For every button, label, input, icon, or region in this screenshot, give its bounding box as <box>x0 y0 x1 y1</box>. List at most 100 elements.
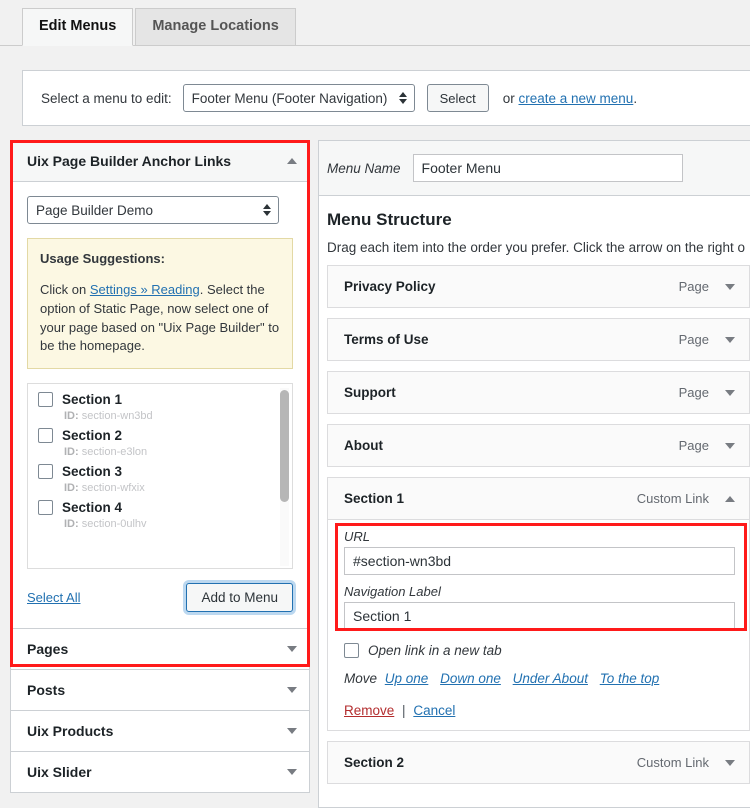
section-label: Section 3 <box>62 464 123 480</box>
menu-item-bar[interactable]: Section 1 Custom Link <box>328 478 749 519</box>
list-item[interactable]: Section 1 <box>38 392 282 408</box>
menu-structure-section: Menu Structure Drag each item into the o… <box>319 196 750 784</box>
caret-down-icon[interactable] <box>287 687 297 694</box>
add-to-menu-button[interactable]: Add to Menu <box>186 583 293 613</box>
menu-item-bar[interactable]: About Page <box>328 425 749 466</box>
menu-item-row[interactable]: About Page <box>327 424 750 467</box>
menu-item-row-expanded[interactable]: Section 1 Custom Link URL Navigation Lab… <box>327 477 750 731</box>
remove-link[interactable]: Remove <box>344 703 394 718</box>
menu-item-type: Custom Link <box>636 755 709 770</box>
caret-up-icon[interactable] <box>287 158 297 164</box>
section-id-prefix: ID: <box>64 410 79 423</box>
tab-manage-locations[interactable]: Manage Locations <box>135 7 296 46</box>
accordion-uix-slider-title: Uix Slider <box>27 764 92 781</box>
page-title: Menu Structure <box>327 210 452 229</box>
settings-reading-link[interactable]: Settings » Reading <box>90 282 200 297</box>
usage-suggestions-heading: Usage Suggestions: <box>40 251 165 266</box>
caret-down-icon[interactable] <box>725 759 735 766</box>
caret-down-icon[interactable] <box>725 389 735 396</box>
section-id-prefix: ID: <box>64 446 79 459</box>
cancel-link[interactable]: Cancel <box>413 703 455 718</box>
menu-item-row[interactable]: Terms of Use Page <box>327 318 750 361</box>
menu-item-details: URL Navigation Label Open link in a new … <box>328 519 749 730</box>
move-up-one-link[interactable]: Up one <box>385 671 429 686</box>
menu-item-type: Page <box>678 385 709 400</box>
right-column: Menu Name Menu Structure Drag each item … <box>318 140 750 808</box>
period-text: . <box>633 90 638 106</box>
caret-down-icon[interactable] <box>287 769 297 776</box>
create-new-menu-link[interactable]: create a new menu <box>519 91 634 106</box>
menu-select-label: Select a menu to edit: <box>41 90 172 106</box>
caret-up-icon[interactable] <box>725 495 735 502</box>
list-item[interactable]: Section 4 <box>38 500 282 516</box>
section-label: Section 4 <box>62 500 123 516</box>
list-item[interactable]: Section 3 <box>38 464 282 480</box>
accordion-uix-slider: Uix Slider <box>10 751 310 794</box>
page-builder-select[interactable]: Page Builder Demo <box>27 196 279 224</box>
menu-item-row[interactable]: Support Page <box>327 371 750 414</box>
menu-name-input[interactable] <box>412 154 683 182</box>
menu-select-dropdown[interactable]: Footer Menu (Footer Navigation) <box>182 84 415 112</box>
url-input[interactable] <box>344 547 735 575</box>
sections-checkbox-list[interactable]: Section 1 ID: section-wn3bd Section 2 ID… <box>27 383 293 570</box>
menu-item-type: Page <box>678 332 709 347</box>
select-button[interactable]: Select <box>426 84 489 112</box>
anchor-links-title: Uix Page Builder Anchor Links <box>27 153 232 169</box>
accordion-pages: Pages <box>10 628 310 671</box>
menu-select-wrapper[interactable]: Footer Menu (Footer Navigation) <box>182 84 415 112</box>
section-label: Section 2 <box>62 428 123 444</box>
navigation-label-input[interactable] <box>344 602 735 630</box>
accordion-pages-header[interactable]: Pages <box>11 629 309 670</box>
menu-item-row[interactable]: Privacy Policy Page <box>327 265 750 308</box>
section-checkbox[interactable] <box>38 500 53 516</box>
usage-suggestions-notice: Usage Suggestions: Click on Settings » R… <box>27 238 293 370</box>
section-checkbox[interactable] <box>38 464 53 480</box>
caret-down-icon[interactable] <box>725 442 735 449</box>
open-new-tab-checkbox[interactable] <box>344 643 359 658</box>
move-label: Move <box>344 671 378 686</box>
section-checkbox[interactable] <box>38 428 53 444</box>
menu-select-bar: Select a menu to edit: Footer Menu (Foot… <box>22 70 750 126</box>
menu-item-title: Section 2 <box>344 755 405 770</box>
new-tab-row[interactable]: Open link in a new tab <box>344 643 735 658</box>
anchor-list-footer: Select All Add to Menu <box>27 583 293 613</box>
accordion-posts-header[interactable]: Posts <box>11 670 309 711</box>
caret-down-icon[interactable] <box>287 646 297 653</box>
move-links-row: Move Up one Down one Under About To the … <box>344 671 735 686</box>
menu-editor-panel: Menu Name Menu Structure Drag each item … <box>318 140 750 808</box>
anchor-links-header[interactable]: Uix Page Builder Anchor Links <box>11 141 309 182</box>
section-checkbox[interactable] <box>38 392 53 408</box>
list-scrollbar-thumb[interactable] <box>280 390 289 503</box>
select-all-link[interactable]: Select All <box>27 590 80 605</box>
section-id-value: section-e3lon <box>81 446 148 459</box>
section-label: Section 1 <box>62 392 123 408</box>
section-id-line: ID: section-wn3bd <box>64 410 282 422</box>
menu-item-bar[interactable]: Terms of Use Page <box>328 319 749 360</box>
move-to-top-link[interactable]: To the top <box>600 671 660 686</box>
caret-down-icon[interactable] <box>725 336 735 343</box>
move-down-one-link[interactable]: Down one <box>440 671 501 686</box>
caret-down-icon[interactable] <box>725 283 735 290</box>
left-column: Uix Page Builder Anchor Links Page Build… <box>10 140 310 794</box>
menu-item-bar[interactable]: Privacy Policy Page <box>328 266 749 307</box>
menu-item-row[interactable]: Section 2 Custom Link <box>327 741 750 784</box>
menu-name-label: Menu Name <box>327 160 401 176</box>
item-actions-row: Remove | Cancel <box>344 703 735 718</box>
list-item[interactable]: Section 2 <box>38 428 282 444</box>
section-id-prefix: ID: <box>64 518 79 531</box>
menu-item-title: Privacy Policy <box>344 279 436 294</box>
menu-name-bar: Menu Name <box>319 141 750 196</box>
menu-item-type: Page <box>678 279 709 294</box>
menu-item-bar[interactable]: Section 2 Custom Link <box>328 742 749 783</box>
caret-down-icon[interactable] <box>287 728 297 735</box>
accordion-uix-slider-header[interactable]: Uix Slider <box>11 752 309 793</box>
accordion-pages-title: Pages <box>27 641 69 658</box>
move-under-about-link[interactable]: Under About <box>513 671 588 686</box>
accordion-uix-products-header[interactable]: Uix Products <box>11 711 309 752</box>
tab-edit-menus[interactable]: Edit Menus <box>22 7 134 46</box>
menu-item-bar[interactable]: Support Page <box>328 372 749 413</box>
section-id-line: ID: section-0ulhv <box>64 518 282 530</box>
menu-item-title: Support <box>344 385 396 400</box>
page-builder-select-wrapper[interactable]: Page Builder Demo <box>27 196 279 224</box>
or-text: or <box>502 90 515 106</box>
